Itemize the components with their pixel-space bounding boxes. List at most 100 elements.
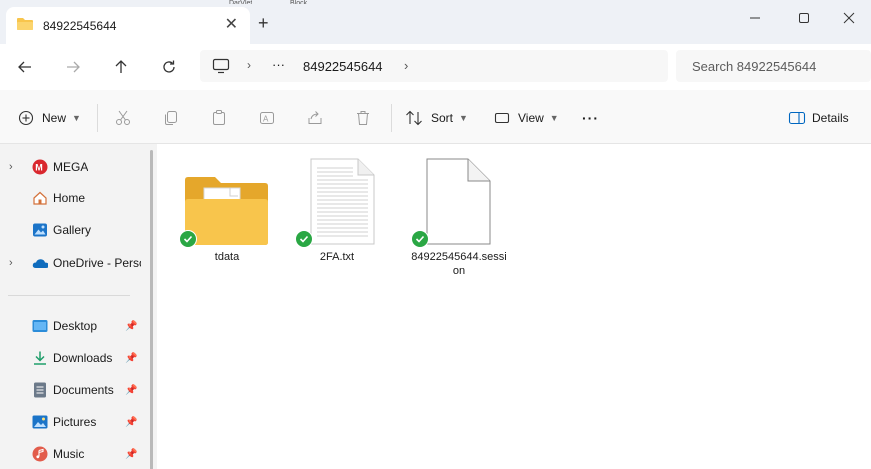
sidebar-item-label: Downloads [53, 351, 113, 365]
pin-icon[interactable]: 📌 [125, 353, 137, 364]
maximize-button[interactable] [781, 8, 827, 28]
arrow-up-icon [115, 60, 127, 73]
file-item-text[interactable]: 2FA.txt [293, 158, 393, 288]
chevron-right-icon[interactable]: › [9, 161, 13, 173]
sidebar-divider [8, 295, 130, 296]
divider [97, 104, 98, 132]
breadcrumb-chevron-icon: › [247, 58, 251, 72]
breadcrumb-chevron-icon[interactable]: › [404, 58, 408, 73]
music-icon [32, 446, 48, 462]
paste-button[interactable] [210, 107, 228, 129]
sort-label: Sort [431, 111, 454, 125]
copy-button[interactable] [162, 107, 180, 129]
tab-active[interactable]: 84922545644 ✕ [6, 7, 250, 44]
desktop-icon [32, 318, 48, 334]
sidebar-item-music[interactable]: Music 📌 [0, 440, 147, 468]
sort-icon [406, 110, 422, 126]
share-icon [308, 111, 322, 124]
forward-button[interactable] [61, 56, 85, 78]
sidebar-item-desktop[interactable]: Desktop 📌 [0, 312, 147, 340]
trash-icon [357, 111, 369, 125]
title-bar: DarVlet Block 84922545644 ✕ + [0, 0, 871, 44]
refresh-button[interactable] [157, 56, 181, 78]
gallery-icon [32, 222, 48, 238]
svg-text:M: M [35, 163, 43, 173]
rename-button[interactable]: A [258, 107, 276, 129]
close-window-button[interactable] [826, 8, 871, 28]
arrow-right-icon [67, 61, 80, 73]
sort-button[interactable]: Sort ▼ [405, 107, 468, 129]
new-label: New [42, 111, 67, 125]
chevron-right-icon[interactable]: › [9, 257, 13, 269]
back-button[interactable] [13, 56, 37, 78]
sidebar-item-home[interactable]: Home [0, 184, 147, 212]
sync-check-icon [179, 230, 197, 248]
search-box[interactable] [676, 50, 871, 82]
folder-icon [16, 17, 34, 34]
file-name: 84922545644.session [411, 251, 507, 277]
chevron-down-icon: ▼ [72, 113, 81, 123]
address-bar[interactable]: › ··· 84922545644 › [200, 50, 668, 82]
refresh-icon [163, 60, 175, 73]
home-icon [32, 190, 48, 206]
background-window-text: Block [290, 0, 308, 4]
sidebar-item-label: OneDrive - Personal [53, 256, 141, 270]
download-icon [32, 350, 48, 366]
file-item-folder[interactable]: tdata [177, 158, 277, 288]
sidebar-item-label: Gallery [53, 223, 92, 237]
pictures-icon [32, 414, 48, 430]
new-button[interactable]: New ▼ [18, 107, 81, 129]
minimize-icon [750, 17, 760, 19]
pin-icon[interactable]: 📌 [125, 385, 137, 396]
share-button[interactable] [306, 107, 324, 129]
details-pane-icon [788, 111, 806, 125]
view-button[interactable]: View ▼ [494, 107, 559, 129]
scrollbar-thumb[interactable] [150, 150, 153, 469]
new-tab-button[interactable]: + [258, 14, 269, 32]
file-item-session[interactable]: 84922545644.session [409, 158, 509, 288]
pin-icon[interactable]: 📌 [125, 449, 137, 460]
sync-check-icon [411, 230, 429, 248]
up-button[interactable] [109, 56, 133, 78]
mega-icon: M [32, 159, 48, 175]
search-input[interactable] [692, 58, 862, 74]
breadcrumb-current[interactable]: 84922545644 [303, 59, 383, 74]
sidebar-item-onedrive[interactable]: › OneDrive - Personal [0, 249, 147, 277]
rename-icon: A [260, 112, 274, 124]
navigation-bar: › ··· 84922545644 › [0, 44, 871, 90]
cut-button[interactable] [114, 107, 132, 129]
divider [391, 104, 392, 132]
command-bar: New ▼ A Sort ▼ View ▼ ··· Details [0, 90, 871, 144]
navigation-pane: › M MEGA Home Gallery › OneDrive - Perso… [0, 144, 147, 469]
minimize-button[interactable] [732, 8, 778, 28]
sidebar-item-pictures[interactable]: Pictures 📌 [0, 408, 147, 436]
sidebar-item-downloads[interactable]: Downloads 📌 [0, 344, 147, 372]
chevron-down-icon: ▼ [459, 113, 468, 123]
close-tab-icon[interactable]: ✕ [225, 17, 238, 33]
details-label: Details [812, 111, 849, 125]
more-options-button[interactable]: ··· [582, 107, 599, 129]
sync-check-icon [295, 230, 313, 248]
file-name: tdata [214, 251, 240, 263]
sidebar-item-documents[interactable]: Documents 📌 [0, 376, 147, 404]
arrow-left-icon [18, 61, 31, 73]
pin-icon[interactable]: 📌 [125, 417, 137, 428]
file-list: tdata 2FA.txt 84922545644.session [157, 144, 871, 469]
chevron-down-icon: ▼ [549, 113, 559, 123]
sidebar-scrollbar[interactable] [147, 144, 157, 469]
paste-icon [213, 110, 225, 125]
pin-icon[interactable]: 📌 [125, 321, 137, 332]
sidebar-item-label: Music [53, 447, 85, 461]
details-button[interactable]: Details [788, 107, 849, 129]
sidebar-item-mega[interactable]: › M MEGA [0, 153, 147, 181]
sidebar-item-gallery[interactable]: Gallery [0, 216, 147, 244]
svg-text:A: A [263, 115, 269, 124]
sidebar-item-label: Desktop [53, 319, 98, 333]
delete-button[interactable] [354, 107, 372, 129]
sidebar-item-label: Home [53, 191, 86, 205]
onedrive-cloud-icon [32, 255, 48, 271]
view-label: View [518, 111, 544, 125]
cut-icon [116, 110, 130, 125]
file-name: 2FA.txt [319, 251, 355, 263]
breadcrumb-more-button[interactable]: ··· [272, 57, 285, 72]
